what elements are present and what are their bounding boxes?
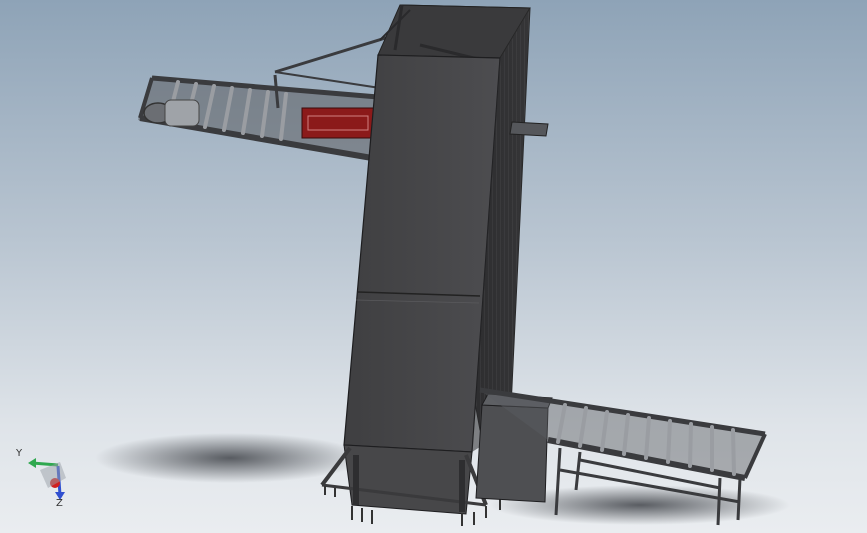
triad-view-cube [40,462,66,488]
y-axis-label: Y [16,448,23,459]
z-axis-label: Z [56,498,63,509]
tower-base [320,444,501,526]
upper-conveyor[interactable] [138,33,396,161]
gearbox-red [301,107,375,139]
cad-viewport[interactable]: Y Z [0,0,867,533]
elevator-tower[interactable] [343,4,549,453]
ground-shadow [95,433,365,483]
assembly-3d-view[interactable] [0,0,867,533]
y-axis-arrowhead [28,458,36,468]
axis-triad[interactable] [28,458,66,500]
drive-motor [143,99,200,127]
